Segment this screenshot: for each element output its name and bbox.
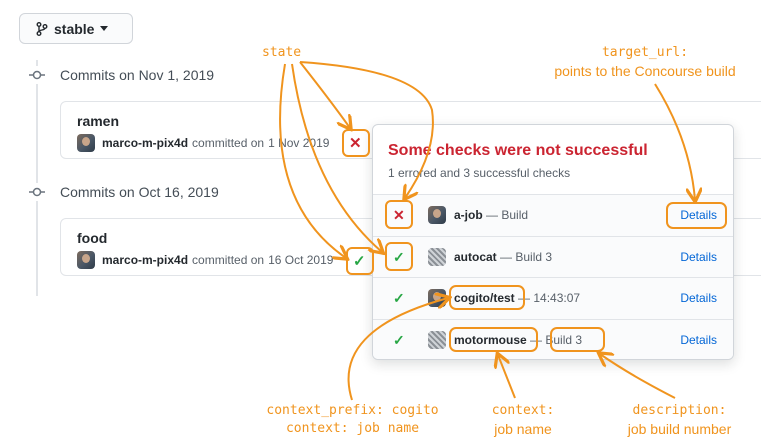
annotation-line: context: [491,403,555,418]
annotation-line: job name [494,421,552,437]
avatar[interactable] [428,247,446,266]
checks-summary: 1 errored and 3 successful checks [388,166,571,180]
chevron-down-icon [100,26,109,31]
check-context-name: motormouse [454,332,527,347]
commit-group-header: Commits on Nov 1, 2019 [28,66,214,84]
commit-group-header: Commits on Oct 16, 2019 [28,183,219,201]
checks-header: Some checks were not successful 1 errore… [373,125,733,195]
check-row: ✓ autocat — Build 3 Details [373,236,733,278]
branch-selector-button[interactable]: stable [19,13,133,44]
commit-meta: marco-m-pix4d committed on 16 Oct 2019 [77,251,333,269]
checks-title: Some checks were not successful [388,142,648,159]
annotation-context: context: job name [478,402,568,438]
details-link[interactable]: Details [680,333,717,347]
branch-name: stable [54,20,95,37]
avatar[interactable] [428,206,446,224]
check-description: — Build [486,208,529,222]
x-icon[interactable]: ✕ [349,134,362,152]
details-link[interactable]: Details [680,208,717,222]
commit-group-date: Commits on Nov 1, 2019 [60,67,215,83]
annotation-context-prefix: context_prefix: cogito context: job name [255,402,450,438]
annotation-line: job build number [627,421,732,437]
commit-date: 1 Nov 2019 [268,136,330,150]
annotation-description: description: job build number [612,402,747,438]
commit-author[interactable]: marco-m-pix4d [102,136,188,150]
check-context-name: a-job [454,208,483,222]
timeline-line [36,60,38,296]
check-context: motormouse — Build 3 [454,333,582,347]
check-row: ✓ motormouse — Build 3 Details [373,319,733,359]
annotation-arrow [600,354,676,399]
annotation-line: points to the Concourse build [554,63,736,79]
annotation-line: context: job name [285,421,420,436]
annotation-line: context_prefix: cogito [266,403,439,418]
check-icon: ✓ [393,290,405,306]
details-link[interactable]: Details [680,250,717,264]
avatar[interactable] [77,251,95,269]
avatar[interactable] [428,289,446,307]
avatar[interactable] [428,330,446,349]
check-row: ✓ cogito/test — 14:43:07 Details [373,278,733,320]
check-context: autocat — Build 3 [454,250,552,264]
check-context-name: cogito/test [454,291,515,305]
commit-title[interactable]: ramen [77,113,119,129]
commit-author[interactable]: marco-m-pix4d [102,253,188,267]
annotation-line: description: [632,403,727,418]
check-description: — Build 3 [500,249,553,264]
details-link[interactable]: Details [680,291,717,305]
check-row: ✕ a-job — Build Details [373,195,733,237]
annotation-arrow [498,355,516,399]
check-description: — 14:43:07 [518,291,581,305]
commit-dot-icon [28,183,46,201]
commit-meta: marco-m-pix4d committed on 1 Nov 2019 [77,134,329,152]
check-context-name: autocat [454,249,497,264]
check-context: a-job — Build [454,208,528,222]
check-description: — Build 3 [530,332,583,347]
commit-dot-icon [28,66,46,84]
commit-committed-label: committed on [192,253,265,267]
x-icon: ✕ [393,207,405,223]
commit-title[interactable]: food [77,230,107,246]
annotation-target-url: target_url: points to the Concourse buil… [530,44,760,80]
avatar[interactable] [77,134,95,152]
check-icon: ✓ [393,248,405,265]
annotation-state: state [262,45,302,60]
commit-date: 16 Oct 2019 [268,253,334,267]
check-icon: ✓ [393,331,405,348]
annotation-line: target_url: [601,45,689,60]
checks-popover: Some checks were not successful 1 errore… [372,124,734,360]
commit-committed-label: committed on [192,136,265,150]
check-icon[interactable]: ✓ [353,252,366,270]
check-context: cogito/test — 14:43:07 [454,291,580,305]
commit-group-date: Commits on Oct 16, 2019 [60,184,219,200]
git-branch-icon [36,21,48,36]
